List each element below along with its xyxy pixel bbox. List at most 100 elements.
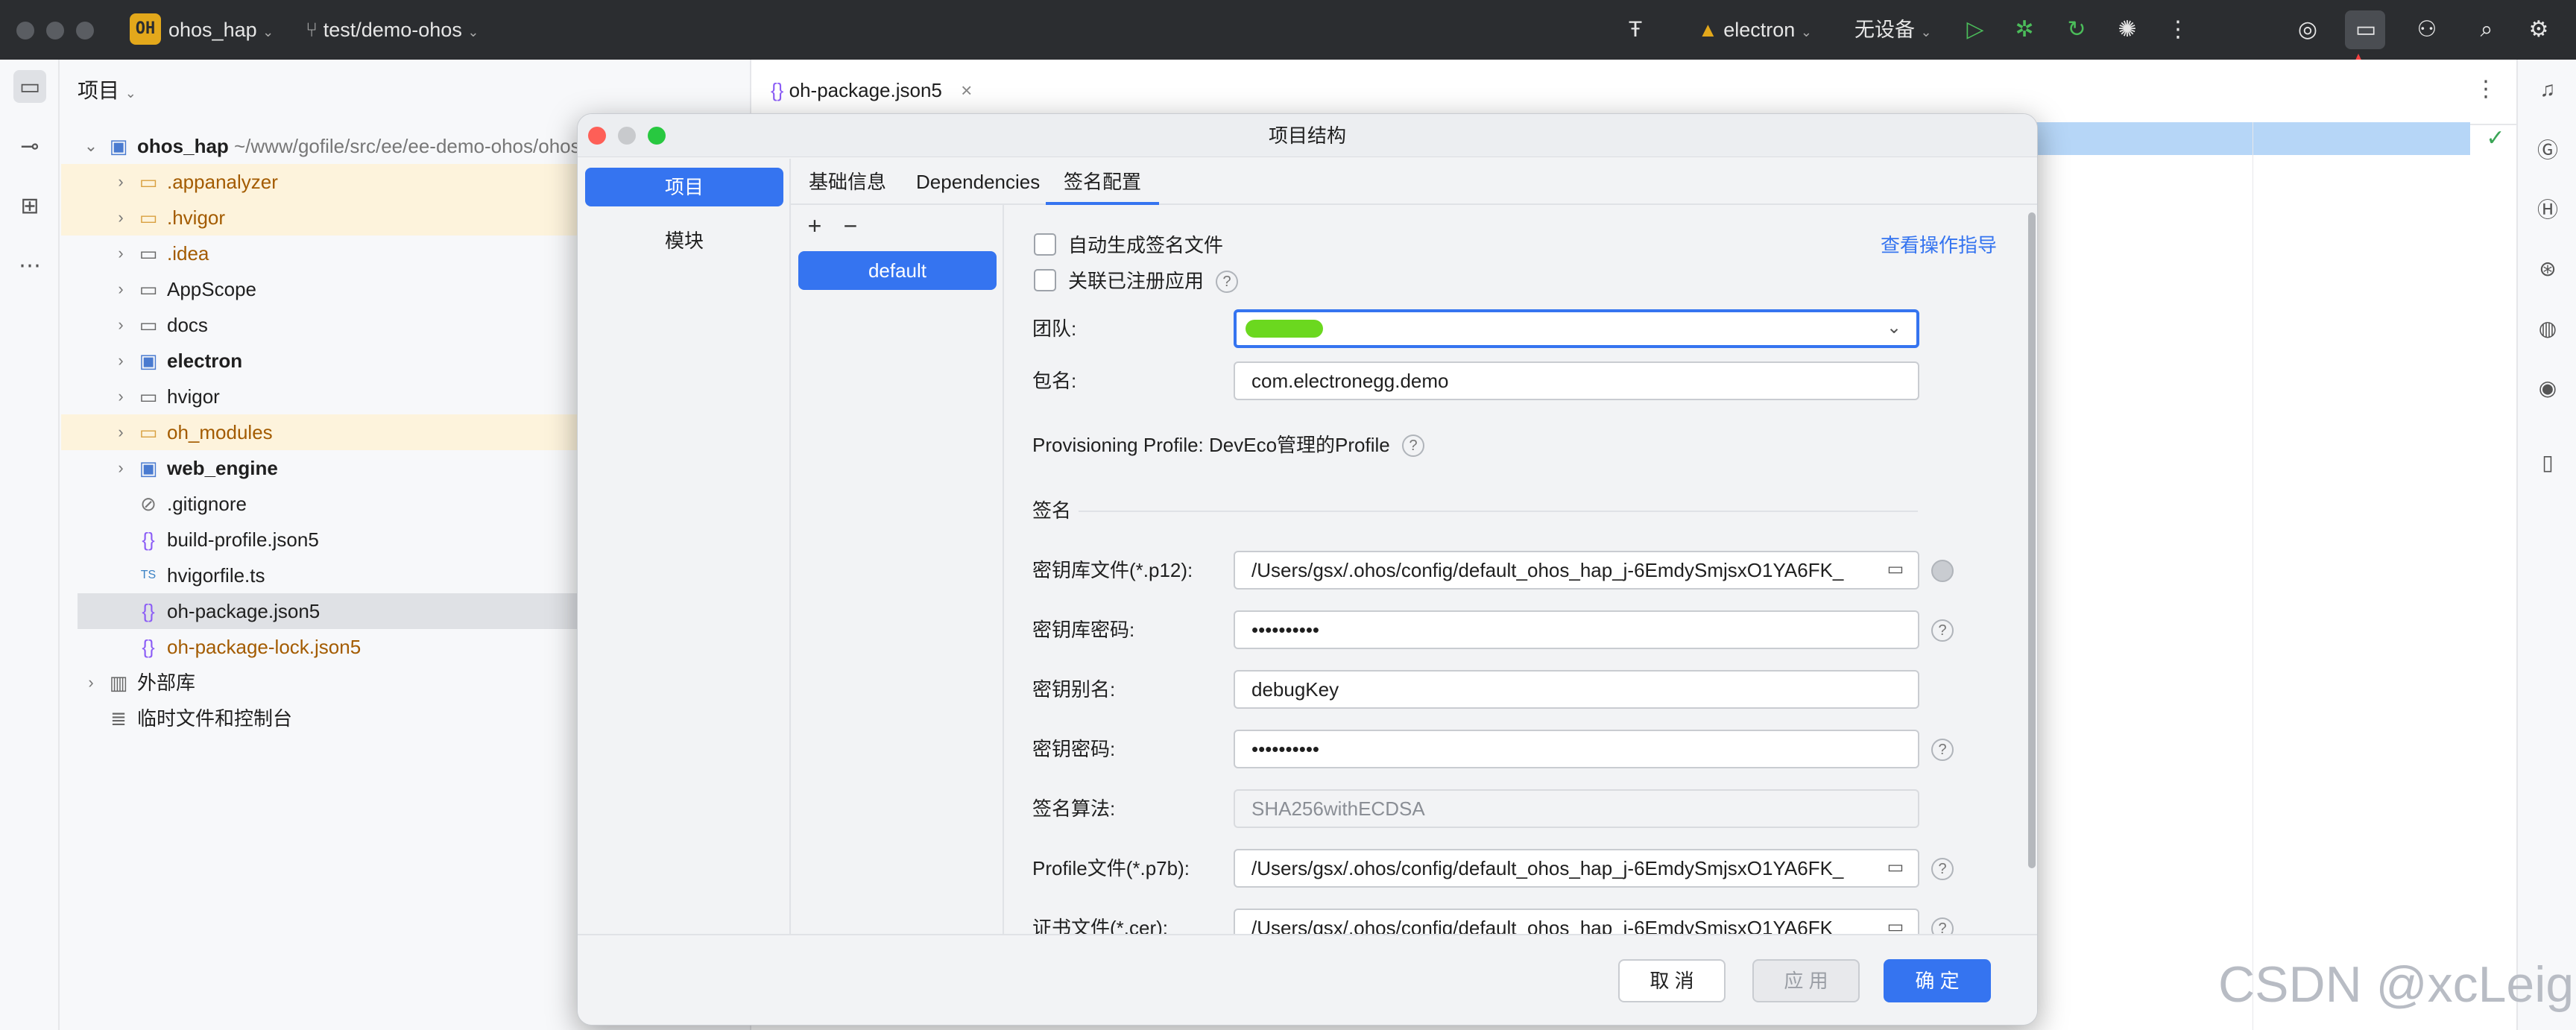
key-password-field[interactable]: •••••••••• (1234, 730, 1919, 768)
debug-icon[interactable]: ✲ (2008, 13, 2041, 46)
window-close-button[interactable] (16, 22, 34, 40)
notification-icon[interactable]: ♫ (2531, 73, 2564, 106)
keystore-field[interactable]: /Users/gsx/.ohos/config/default_ohos_hap… (1234, 551, 1919, 590)
sidebar-item-module[interactable]: 模块 (585, 221, 783, 260)
dialog-minimize-button[interactable] (618, 127, 636, 145)
tree-item-oh-package-lock[interactable]: {} oh-package-lock.json5 (61, 629, 583, 665)
more-vertical-icon[interactable]: ⋮ (2162, 13, 2194, 46)
keystore-password-field[interactable]: •••••••••• (1234, 610, 1919, 649)
plugin-h-icon[interactable]: Ⓗ (2531, 192, 2564, 225)
signing-config-default[interactable]: default (798, 251, 997, 290)
link-registered-checkbox[interactable] (1034, 269, 1056, 291)
help-icon[interactable]: ? (1216, 271, 1238, 293)
chevron-right-icon[interactable]: › (113, 379, 128, 414)
tab-dependencies[interactable]: Dependencies (916, 159, 1040, 205)
search-icon[interactable]: ⌕ (2470, 13, 2503, 46)
tab-basic-info[interactable]: 基础信息 (809, 159, 886, 205)
tree-item-appanalyzer[interactable]: › ▭ .appanalyzer (61, 164, 583, 200)
dialog-zoom-button[interactable] (648, 127, 666, 145)
chevron-right-icon[interactable]: › (113, 414, 128, 450)
tree-item-hvigorfile[interactable]: TS hvigorfile.ts (61, 557, 583, 593)
tree-item-oh-modules[interactable]: › ▭ oh_modules (61, 414, 583, 450)
plugin-g-icon[interactable]: Ⓖ (2531, 133, 2564, 165)
tree-item-oh-package[interactable]: {} oh-package.json5 (78, 593, 584, 629)
reload-icon[interactable]: ↻ (2060, 13, 2093, 46)
folder-icon[interactable]: ▭ (1884, 558, 1907, 581)
editor-tab[interactable]: {} oh-package.json5 × (771, 72, 972, 109)
tree-item-appscope[interactable]: › ▭ AppScope (61, 271, 583, 307)
chevron-right-icon[interactable]: › (113, 200, 128, 236)
text-tool-icon[interactable]: Ŧ (1619, 13, 1652, 46)
remove-icon[interactable]: − (837, 211, 864, 241)
target-icon[interactable]: ◎ (2291, 13, 2324, 46)
tree-item-docs[interactable]: › ▭ docs (61, 307, 583, 343)
tab-signing-config[interactable]: 签名配置 (1046, 159, 1160, 205)
tree-item-hvigor[interactable]: › ▭ hvigor (61, 379, 583, 414)
help-icon[interactable]: ? (1931, 917, 1954, 934)
folder-icon[interactable]: ▭ (1884, 916, 1907, 934)
right-tool-strip: ♫ Ⓖ Ⓗ ⊛ ◍ ◉ ▯ (2516, 60, 2576, 1030)
folder-icon[interactable]: ▭ (13, 70, 46, 103)
chevron-right-icon[interactable]: › (113, 236, 128, 271)
json-file-icon: {} (771, 79, 784, 101)
close-icon[interactable]: × (961, 79, 972, 101)
dialog-close-button[interactable] (588, 127, 606, 145)
chevron-right-icon[interactable]: › (113, 164, 128, 200)
chevron-down-icon[interactable]: ⌄ (83, 128, 98, 164)
window-minimize-button[interactable] (46, 22, 64, 40)
tree-item-idea[interactable]: › ▭ .idea (61, 236, 583, 271)
more-vertical-icon[interactable]: ⋮ (2475, 76, 2497, 102)
add-icon[interactable]: + (801, 211, 828, 241)
tree-item-hvigor-hidden[interactable]: › ▭ .hvigor (61, 200, 583, 236)
more-icon[interactable]: ⋯ (13, 249, 46, 282)
auto-generate-checkbox[interactable] (1034, 233, 1056, 256)
bug-icon[interactable]: ✺ (2111, 13, 2144, 46)
project-panel-header[interactable]: 项目 ⌄ (78, 75, 136, 104)
globe-icon[interactable]: ◍ (2531, 312, 2564, 344)
structure-icon[interactable]: ⊞ (13, 189, 46, 222)
package-field[interactable]: com.electronegg.demo (1234, 361, 1919, 400)
sidebar-item-project[interactable]: 项目 (585, 168, 783, 206)
folder-icon[interactable]: ▭ (1884, 856, 1907, 879)
chevron-right-icon[interactable]: › (113, 307, 128, 343)
branch-switcher[interactable]: ⑂ test/demo-ohos ⌄ (306, 16, 479, 45)
cancel-button[interactable]: 取 消 (1618, 959, 1726, 1002)
account-icon[interactable]: ⚇ (2411, 13, 2443, 46)
sign-algorithm-field: SHA256withECDSA (1234, 789, 1919, 828)
profile-file-label: Profile文件(*.p7b): (1032, 857, 1190, 879)
ok-button[interactable]: 确 定 (1884, 959, 1991, 1002)
window-zoom-button[interactable] (76, 22, 94, 40)
device-icon[interactable]: ▯ (2531, 446, 2564, 478)
commit-icon[interactable]: ⊸ (13, 130, 46, 162)
help-icon[interactable]: ? (1931, 739, 1954, 761)
tree-item-web-engine[interactable]: › ▣ web_engine (61, 450, 583, 486)
device-selector[interactable]: 无设备 ⌄ (1854, 16, 1932, 45)
ai-assistant-icon[interactable]: ⊛ (2531, 252, 2564, 285)
profile-file-field[interactable]: /Users/gsx/.ohos/config/default_ohos_hap… (1234, 849, 1919, 888)
tree-root[interactable]: ⌄ ▣ ohos_hap ~/www/gofile/src/ee/ee-demo… (61, 128, 624, 164)
tree-external-libs[interactable]: › ▥ 外部库 (61, 665, 583, 701)
cert-file-field[interactable]: /Users/gsx/.ohos/config/default_ohos_hap… (1234, 909, 1919, 934)
fingerprint-icon[interactable] (1931, 560, 1954, 582)
tree-scratches[interactable]: ≣ 临时文件和控制台 (61, 701, 583, 736)
apply-button[interactable]: 应 用 (1752, 959, 1860, 1002)
settings-icon[interactable]: ⚙ (2522, 13, 2555, 46)
form-scrollbar[interactable] (2028, 212, 2036, 868)
chevron-right-icon[interactable]: › (113, 343, 128, 379)
tree-item-build-profile[interactable]: {} build-profile.json5 (61, 522, 583, 557)
chevron-right-icon[interactable]: › (113, 450, 128, 486)
run-icon[interactable]: ▷ (1959, 13, 1992, 46)
tree-item-electron[interactable]: › ▣ electron (61, 343, 583, 379)
project-switcher[interactable]: ohos_hap ⌄ (168, 16, 274, 45)
chevron-right-icon[interactable]: › (113, 271, 128, 307)
module-selector[interactable]: ▲ electron ⌄ (1698, 16, 1812, 45)
tree-item-gitignore[interactable]: ⊘ .gitignore (61, 486, 583, 522)
help-icon[interactable]: ? (1931, 619, 1954, 642)
chevron-right-icon[interactable]: › (83, 665, 98, 701)
help-icon[interactable]: ? (1402, 435, 1424, 457)
help-icon[interactable]: ? (1931, 858, 1954, 880)
guide-link[interactable]: 查看操作指导 (1881, 230, 1997, 260)
team-select[interactable]: ⌄ (1234, 309, 1919, 348)
preview-eye-icon[interactable]: ◉ (2531, 371, 2564, 404)
key-alias-field[interactable]: debugKey (1234, 670, 1919, 709)
